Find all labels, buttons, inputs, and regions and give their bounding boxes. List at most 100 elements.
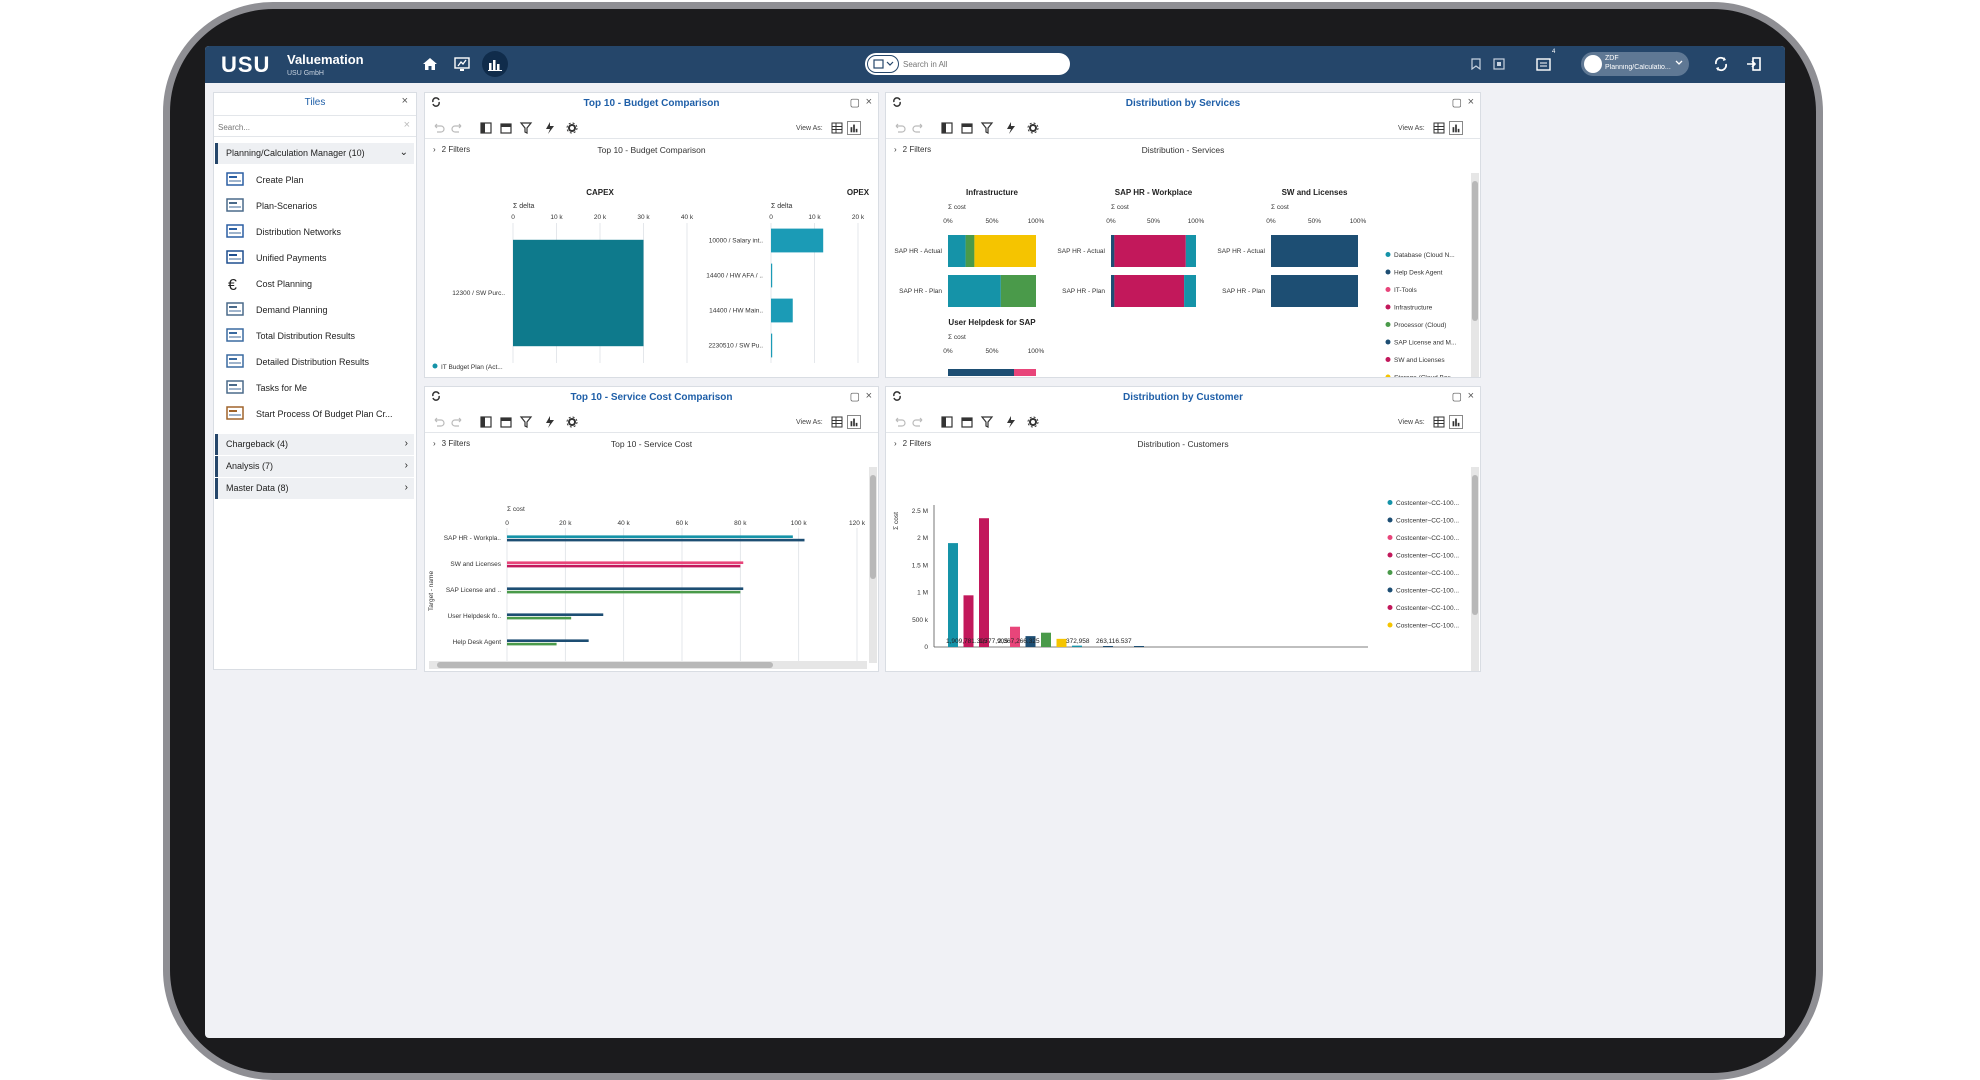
- chart-view-icon[interactable]: [1449, 121, 1463, 135]
- redo-icon[interactable]: [912, 121, 926, 135]
- customer-bar[interactable]: [948, 543, 958, 647]
- refresh-icon[interactable]: [1708, 51, 1734, 77]
- sw-and-licenses-segment[interactable]: [1271, 235, 1358, 267]
- bar-chart-icon[interactable]: [482, 51, 508, 77]
- scrollbar-vertical[interactable]: [869, 467, 877, 663]
- filter-icon[interactable]: [980, 121, 994, 135]
- close-icon[interactable]: ×: [1468, 96, 1474, 108]
- infrastructure-segment[interactable]: [1000, 275, 1036, 307]
- columns-icon[interactable]: [499, 415, 513, 429]
- customer-bar[interactable]: [1072, 645, 1082, 647]
- logout-icon[interactable]: [1741, 51, 1767, 77]
- infrastructure-segment[interactable]: [948, 235, 966, 267]
- group-planning-calculation[interactable]: Planning/Calculation Manager (10) ⌄: [215, 143, 414, 164]
- service-cost-bar[interactable]: [507, 639, 589, 642]
- sap-hr-workplace-segment[interactable]: [1185, 235, 1196, 267]
- redo-icon[interactable]: [451, 415, 465, 429]
- action-icon[interactable]: [1004, 415, 1018, 429]
- customer-bar[interactable]: [1056, 638, 1067, 647]
- sap-hr-workplace-segment[interactable]: [1184, 275, 1196, 307]
- undo-icon[interactable]: [431, 415, 445, 429]
- service-cost-bar[interactable]: [507, 590, 741, 594]
- service-cost-bar[interactable]: [507, 587, 744, 590]
- service-cost-bar[interactable]: [507, 561, 744, 564]
- sap-hr-workplace-segment[interactable]: [1114, 275, 1185, 307]
- redo-icon[interactable]: [451, 121, 465, 135]
- scrollbar-horizontal[interactable]: [429, 661, 867, 669]
- infrastructure-segment[interactable]: [974, 235, 1036, 267]
- search-scope-dropdown[interactable]: [867, 55, 899, 73]
- grid-view-icon[interactable]: [1432, 121, 1446, 135]
- user-helpdesk-segment[interactable]: [1014, 369, 1036, 376]
- maximize-icon[interactable]: ▢: [850, 390, 860, 403]
- refresh-icon[interactable]: [431, 391, 441, 401]
- maximize-icon[interactable]: ▢: [850, 96, 860, 109]
- columns-icon[interactable]: [960, 415, 974, 429]
- monitor-icon[interactable]: [449, 51, 475, 77]
- service-cost-bar[interactable]: [507, 538, 805, 542]
- sidebar-search-input[interactable]: [218, 120, 388, 134]
- close-icon[interactable]: ×: [866, 96, 872, 108]
- sap-hr-workplace-segment[interactable]: [1111, 275, 1115, 307]
- group-analysis[interactable]: Analysis (7) ›: [215, 456, 414, 477]
- filter-icon[interactable]: [980, 415, 994, 429]
- filter-icon[interactable]: [519, 121, 533, 135]
- grid-view-icon[interactable]: [830, 415, 844, 429]
- table-icon[interactable]: [479, 415, 493, 429]
- scrollbar[interactable]: [1471, 467, 1479, 671]
- infrastructure-segment[interactable]: [965, 235, 975, 267]
- action-icon[interactable]: [543, 415, 557, 429]
- refresh-icon[interactable]: [892, 97, 902, 107]
- refresh-icon[interactable]: [892, 391, 902, 401]
- home-icon[interactable]: [417, 51, 443, 77]
- action-icon[interactable]: [1004, 121, 1018, 135]
- tile-start-process-of-budget-plan-cr[interactable]: Start Process Of Budget Plan Cr...: [222, 399, 417, 429]
- opex-bar[interactable]: [771, 333, 773, 358]
- sw-and-licenses-segment[interactable]: [1271, 275, 1358, 307]
- group-chargeback[interactable]: Chargeback (4) ›: [215, 434, 414, 455]
- action-icon[interactable]: [543, 121, 557, 135]
- chart-view-icon[interactable]: [1449, 415, 1463, 429]
- close-icon[interactable]: ×: [402, 95, 408, 107]
- sap-hr-workplace-segment[interactable]: [1114, 235, 1186, 267]
- grid-view-icon[interactable]: [830, 121, 844, 135]
- infrastructure-segment[interactable]: [948, 275, 1001, 307]
- gear-icon[interactable]: [565, 121, 579, 135]
- service-cost-bar[interactable]: [507, 616, 572, 620]
- group-master-data[interactable]: Master Data (8) ›: [215, 478, 414, 499]
- capex-bar[interactable]: [513, 239, 644, 347]
- bookmark-icon[interactable]: [1467, 51, 1485, 77]
- user-menu[interactable]: ZDF Planning/Calculatio...: [1581, 52, 1689, 76]
- service-cost-bar[interactable]: [507, 613, 604, 616]
- chart-view-icon[interactable]: [847, 415, 861, 429]
- filter-icon[interactable]: [519, 415, 533, 429]
- columns-icon[interactable]: [499, 121, 513, 135]
- maximize-icon[interactable]: ▢: [1452, 96, 1462, 109]
- customer-bar[interactable]: [1041, 632, 1051, 647]
- columns-icon[interactable]: [960, 121, 974, 135]
- gear-icon[interactable]: [1026, 415, 1040, 429]
- maximize-icon[interactable]: ▢: [1452, 390, 1462, 403]
- settings-icon[interactable]: [1490, 51, 1508, 77]
- opex-bar[interactable]: [771, 298, 793, 323]
- opex-bar[interactable]: [771, 263, 773, 288]
- undo-icon[interactable]: [431, 121, 445, 135]
- chart-view-icon[interactable]: [847, 121, 861, 135]
- gear-icon[interactable]: [1026, 121, 1040, 135]
- customer-bar[interactable]: [1134, 646, 1144, 647]
- scrollbar[interactable]: [1471, 173, 1479, 377]
- table-icon[interactable]: [940, 415, 954, 429]
- service-cost-bar[interactable]: [507, 642, 557, 646]
- service-cost-bar[interactable]: [507, 564, 741, 568]
- service-cost-bar[interactable]: [507, 535, 793, 538]
- table-icon[interactable]: [940, 121, 954, 135]
- close-icon[interactable]: ×: [866, 390, 872, 402]
- sap-hr-workplace-segment[interactable]: [1111, 235, 1115, 267]
- refresh-icon[interactable]: [431, 97, 441, 107]
- grid-view-icon[interactable]: [1432, 415, 1446, 429]
- customer-bar[interactable]: [1103, 646, 1113, 647]
- gear-icon[interactable]: [565, 415, 579, 429]
- customer-bar[interactable]: [979, 518, 989, 647]
- search-input[interactable]: [903, 56, 1063, 72]
- clear-search-icon[interactable]: ×: [404, 119, 410, 131]
